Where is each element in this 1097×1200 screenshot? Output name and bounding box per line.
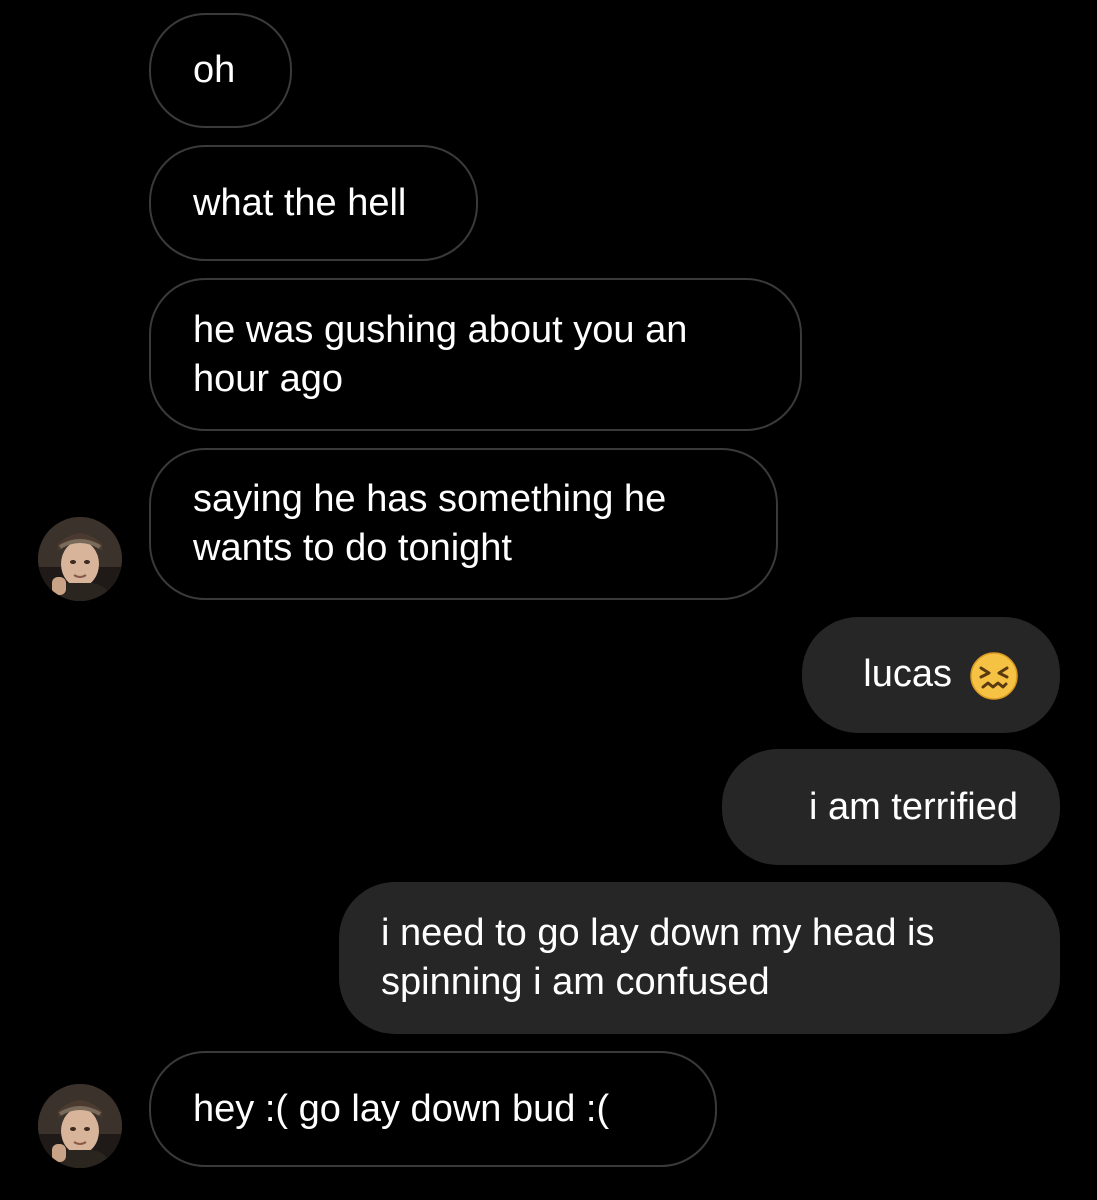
message-bubble-incoming[interactable]: hey :( go lay down bud :(: [149, 1051, 717, 1167]
message-text: hey :( go lay down bud :(: [193, 1087, 610, 1130]
message-line: spinning i am confused: [381, 961, 770, 1003]
message-bubble-outgoing[interactable]: i am terrified: [722, 749, 1060, 865]
message-line: hour ago: [193, 357, 344, 400]
message-bubble-outgoing[interactable]: lucas: [802, 617, 1060, 733]
message-text: lucas: [863, 650, 1018, 700]
message-text: he was gushing about you an hour ago: [193, 306, 687, 404]
contact-avatar[interactable]: [38, 1084, 122, 1168]
contact-avatar[interactable]: [38, 517, 122, 601]
message-text: i am terrified: [808, 785, 1018, 828]
message-text: saying he has something he wants to do t…: [193, 475, 666, 573]
message-line: wants to do tonight: [193, 527, 512, 569]
profile-avatar-icon: [38, 517, 122, 601]
profile-avatar-icon: [38, 1084, 122, 1168]
message-line: he was gushing about you an: [193, 308, 688, 351]
message-bubble-incoming[interactable]: he was gushing about you an hour ago: [149, 278, 802, 431]
message-text: i need to go lay down my head is spinnin…: [381, 909, 934, 1007]
message-word: lucas: [863, 653, 952, 696]
message-text: what the hell: [193, 181, 407, 224]
message-line: saying he has something he: [193, 478, 667, 520]
message-bubble-incoming[interactable]: oh: [149, 13, 292, 128]
message-line: i need to go lay down my head is: [381, 912, 935, 954]
message-bubble-incoming[interactable]: what the hell: [149, 145, 478, 261]
message-bubble-outgoing[interactable]: i need to go lay down my head is spinnin…: [339, 882, 1060, 1034]
message-text: oh: [193, 49, 236, 91]
message-bubble-incoming[interactable]: saying he has something he wants to do t…: [149, 448, 778, 600]
confounded-face-icon: [970, 652, 1018, 700]
